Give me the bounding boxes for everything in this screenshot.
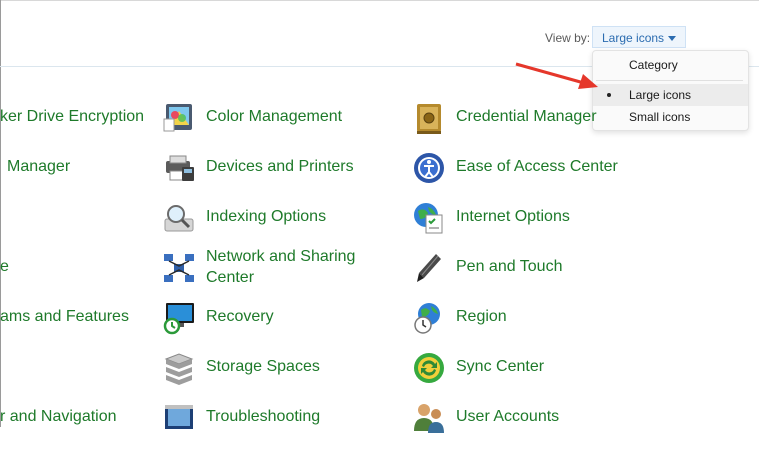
- annotation-arrow-icon: [515, 62, 598, 89]
